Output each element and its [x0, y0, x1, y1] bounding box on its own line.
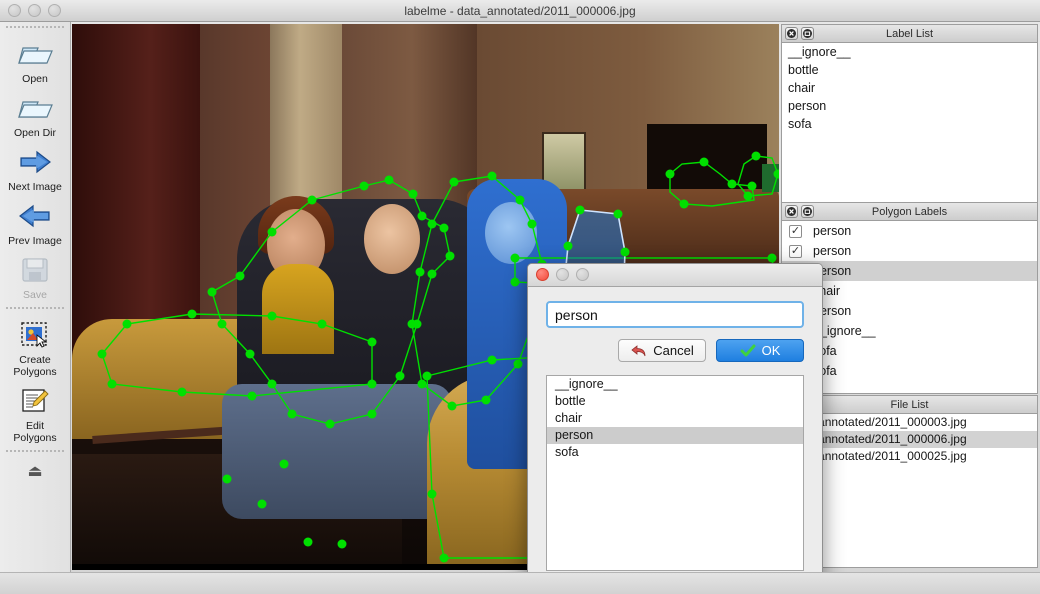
close-button[interactable] — [536, 268, 549, 281]
zoom-button[interactable] — [576, 268, 589, 281]
cancel-button[interactable]: Cancel — [618, 339, 706, 362]
ok-button[interactable]: OK — [716, 339, 804, 362]
label-list-header: Label List — [781, 24, 1038, 42]
status-bar — [0, 572, 1040, 594]
list-item[interactable]: ✓ person — [782, 241, 1037, 261]
tool-create-polygons-label: Create Polygons — [13, 354, 57, 378]
tool-edit-polygons-label: Edit Polygons — [13, 420, 57, 444]
polygon-labels-title: Polygon Labels — [871, 206, 948, 218]
polygon-label: person — [813, 244, 852, 258]
label-list-title: Label List — [885, 28, 934, 40]
double-chevron-down-icon[interactable]: ⏏ — [0, 457, 70, 481]
tool-prev-image-label: Prev Image — [8, 235, 62, 247]
list-item[interactable]: __ignore__ — [547, 376, 803, 393]
list-item[interactable]: chair — [782, 79, 1037, 97]
list-item[interactable]: sofa — [547, 444, 803, 461]
tool-open-label: Open — [22, 73, 48, 85]
tool-next-image[interactable]: Next Image — [0, 141, 70, 195]
tool-open-dir-label: Open Dir — [13, 127, 56, 139]
tool-save-label: Save — [23, 289, 47, 301]
dialog-titlebar — [528, 264, 822, 287]
window-title: labelme - data_annotated/2011_000006.jpg — [404, 4, 636, 18]
label-input-dialog: Cancel OK __ignore__ bottle chair person… — [527, 263, 823, 586]
polygon-labels-header: Polygon Labels — [781, 202, 1038, 220]
list-item[interactable]: bottle — [547, 393, 803, 410]
toolbar-separator-bottom — [6, 450, 64, 453]
open-folder-icon — [0, 91, 70, 125]
list-item[interactable]: sofa — [782, 115, 1037, 133]
tool-create-polygons[interactable]: Create Polygons — [0, 314, 70, 380]
list-item[interactable]: __ignore__ — [782, 43, 1037, 61]
edit-polygon-icon — [0, 384, 70, 418]
window-titlebar: labelme - data_annotated/2011_000006.jpg — [0, 0, 1040, 22]
check-icon — [740, 344, 756, 357]
tool-open-dir[interactable]: Open Dir — [0, 87, 70, 141]
undo-arrow-icon — [631, 344, 646, 356]
labelme-window: labelme - data_annotated/2011_000006.jpg… — [0, 0, 1040, 594]
list-item[interactable]: person — [782, 97, 1037, 115]
label-list-panel: Label List __ignore__ bottle chair perso… — [781, 24, 1038, 205]
arrow-right-icon — [0, 145, 70, 179]
label-options-list[interactable]: __ignore__ bottle chair person sofa — [546, 375, 804, 571]
ok-label: OK — [761, 343, 781, 358]
polygon-label: person — [813, 224, 852, 238]
visibility-checkbox[interactable]: ✓ — [789, 224, 802, 238]
floppy-disk-icon — [0, 253, 70, 287]
list-item[interactable]: bottle — [782, 61, 1037, 79]
toolbar-separator-mid — [6, 307, 64, 310]
list-item[interactable]: chair — [547, 410, 803, 427]
dialog-body: Cancel OK __ignore__ bottle chair person… — [528, 287, 822, 585]
toolbar-separator-top — [6, 26, 64, 29]
dialog-traffic-lights[interactable] — [536, 268, 589, 281]
create-polygon-icon — [0, 318, 70, 352]
tool-sidebar: Open Open Dir Next Image Prev Image Save… — [0, 22, 71, 572]
list-item[interactable]: ✓ person — [782, 221, 1037, 241]
visibility-checkbox[interactable]: ✓ — [789, 244, 802, 258]
tool-open[interactable]: Open — [0, 33, 70, 87]
list-item[interactable]: person — [547, 427, 803, 444]
tool-next-image-label: Next Image — [8, 181, 62, 193]
label-input[interactable] — [546, 301, 804, 328]
arrow-left-icon — [0, 199, 70, 233]
label-list-body[interactable]: __ignore__ bottle chair person sofa — [781, 42, 1038, 205]
tool-prev-image[interactable]: Prev Image — [0, 195, 70, 249]
cancel-label: Cancel — [653, 343, 694, 358]
open-folder-icon — [0, 37, 70, 71]
tool-save[interactable]: Save — [0, 249, 70, 303]
minimize-button[interactable] — [556, 268, 569, 281]
dialog-button-row: Cancel OK — [546, 339, 804, 362]
tool-edit-polygons[interactable]: Edit Polygons — [0, 380, 70, 446]
